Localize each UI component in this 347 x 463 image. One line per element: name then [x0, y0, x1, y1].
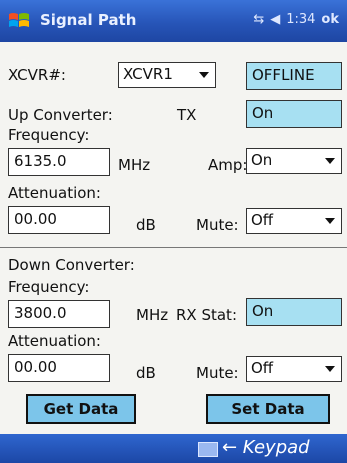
- up-attenuation-unit: dB: [136, 216, 156, 234]
- down-frequency-unit: MHz: [136, 306, 169, 324]
- xcvr-select-value: XCVR1: [123, 65, 173, 83]
- down-converter-label: Down Converter:: [8, 256, 135, 274]
- up-mute-label: Mute:: [196, 216, 239, 234]
- title-bar: Signal Path ⇆ ◀︎ 1:34 ok: [0, 0, 347, 42]
- device-screen: Signal Path ⇆ ◀︎ 1:34 ok XCVR#: XCVR1 OF…: [0, 0, 347, 463]
- volume-icon[interactable]: ◀︎: [270, 12, 280, 27]
- down-frequency-label: Frequency:: [8, 278, 90, 296]
- bottom-taskbar: ← Keypad: [0, 434, 347, 463]
- connectivity-icon[interactable]: ⇆: [253, 12, 264, 27]
- tx-status-box: On: [246, 100, 342, 128]
- up-attenuation-input[interactable]: 00.00: [8, 206, 110, 234]
- amp-select[interactable]: On: [246, 148, 342, 174]
- xcvr-select[interactable]: XCVR1: [118, 62, 216, 88]
- tx-label: TX: [177, 106, 197, 124]
- keyboard-icon[interactable]: [198, 442, 218, 457]
- amp-label: Amp:: [208, 156, 248, 174]
- down-attenuation-label: Attenuation:: [8, 332, 101, 350]
- up-mute-select[interactable]: Off: [246, 208, 342, 234]
- section-divider: [0, 247, 347, 248]
- window-title: Signal Path: [40, 11, 137, 29]
- chevron-down-icon: [199, 72, 209, 78]
- rx-status-box: On: [246, 298, 342, 326]
- set-data-button[interactable]: Set Data: [206, 394, 330, 424]
- up-frequency-unit: MHz: [118, 156, 151, 174]
- clock-time[interactable]: 1:34: [286, 12, 315, 27]
- windows-logo-icon[interactable]: [8, 10, 30, 32]
- ok-button[interactable]: ok: [321, 12, 339, 27]
- up-mute-select-value: Off: [251, 211, 274, 229]
- system-tray: ⇆ ◀︎ 1:34 ok: [253, 12, 339, 27]
- xcvr-label: XCVR#:: [8, 66, 66, 84]
- rx-stat-label: RX Stat:: [176, 306, 237, 324]
- chevron-down-icon: [325, 218, 335, 224]
- chevron-down-icon: [325, 158, 335, 164]
- up-frequency-input[interactable]: 6135.0: [8, 148, 110, 176]
- down-mute-select[interactable]: Off: [246, 356, 342, 382]
- up-attenuation-label: Attenuation:: [8, 184, 101, 202]
- get-data-button[interactable]: Get Data: [26, 394, 136, 424]
- xcvr-status-box: OFFLINE: [246, 62, 342, 90]
- down-attenuation-input[interactable]: 00.00: [8, 354, 110, 382]
- down-mute-select-value: Off: [251, 359, 274, 377]
- up-converter-label: Up Converter:: [8, 106, 113, 124]
- down-frequency-input[interactable]: 3800.0: [8, 300, 110, 328]
- down-mute-label: Mute:: [196, 364, 239, 382]
- down-attenuation-unit: dB: [136, 364, 156, 382]
- chevron-down-icon: [325, 366, 335, 372]
- form-body: XCVR#: XCVR1 OFFLINE Up Converter: TX On…: [0, 42, 347, 434]
- up-frequency-label: Frequency:: [8, 126, 90, 144]
- amp-select-value: On: [251, 151, 273, 169]
- keypad-label[interactable]: ← Keypad: [222, 437, 310, 458]
